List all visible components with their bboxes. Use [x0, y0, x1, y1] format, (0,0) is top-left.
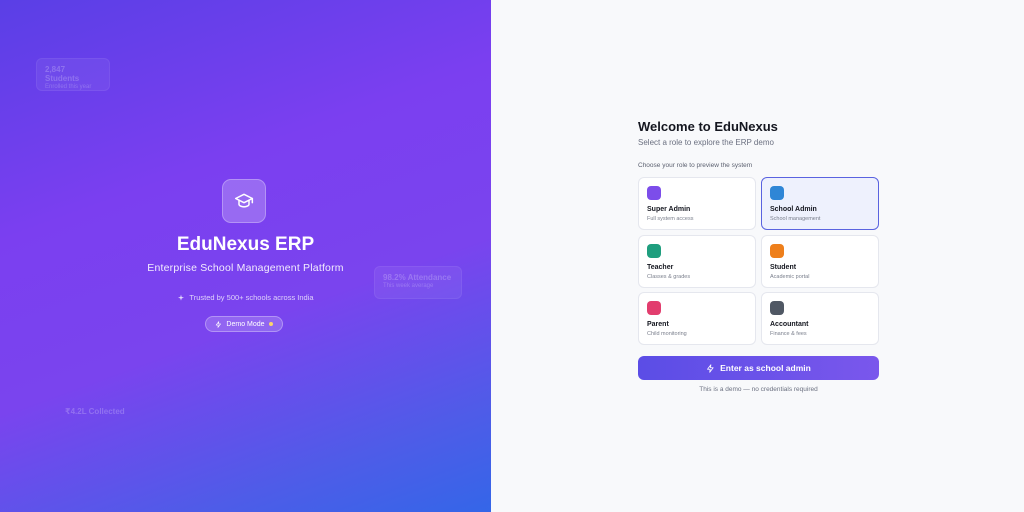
login-panel: Welcome to EduNexus Select a role to exp… — [491, 0, 1024, 512]
role-card-school-admin[interactable]: School Admin School management — [761, 177, 879, 230]
stat-value: 2,847 Students — [45, 65, 80, 83]
demo-mode-badge: Demo Mode — [205, 316, 283, 332]
role-color-swatch — [647, 186, 661, 200]
demo-note: This is a demo — no credentials required — [699, 386, 818, 393]
trust-line: Trusted by 500+ schools across India — [0, 293, 491, 302]
role-card-super-admin[interactable]: Super Admin Full system access — [638, 177, 756, 230]
role-card-student[interactable]: Student Academic portal — [761, 235, 879, 288]
role-color-swatch — [770, 244, 784, 258]
page-subtitle: Select a role to explore the ERP demo — [638, 138, 774, 147]
role-desc: Classes & grades — [647, 274, 691, 280]
stat-card-collection: ₹4.2L Collected — [56, 400, 146, 422]
stat-value: ₹4.2L Collected — [65, 407, 125, 416]
role-desc: Child monitoring — [647, 331, 687, 337]
enter-role-button[interactable]: Enter as school admin — [638, 356, 879, 380]
stat-card-students: 2,847 Students Enrolled this year — [36, 58, 110, 91]
role-desc: Academic portal — [770, 274, 810, 280]
role-color-swatch — [770, 186, 784, 200]
demo-mode-label: Demo Mode — [226, 320, 265, 328]
page-title: Welcome to EduNexus — [638, 119, 778, 134]
role-card-accountant[interactable]: Accountant Finance & fees — [761, 292, 879, 345]
role-desc: Finance & fees — [770, 331, 807, 337]
sparkle-icon — [178, 294, 185, 301]
trust-text: Trusted by 500+ schools across India — [189, 293, 314, 302]
status-dot — [268, 322, 273, 326]
graduation-cap-icon — [222, 179, 266, 223]
role-color-swatch — [770, 301, 784, 315]
role-name: Student — [770, 264, 797, 271]
role-card-teacher[interactable]: Teacher Classes & grades — [638, 235, 756, 288]
brand-panel: 2,847 Students Enrolled this year 98.2% … — [0, 0, 491, 512]
brand-subtitle: Enterprise School Management Platform — [147, 262, 344, 274]
role-desc: School management — [770, 216, 821, 222]
brand-title: EduNexus ERP — [176, 234, 315, 255]
enter-button-label: Enter as school admin — [720, 363, 811, 373]
stat-label: This week average — [383, 283, 434, 289]
role-color-swatch — [647, 301, 661, 315]
role-section-label: Choose your role to preview the system — [638, 162, 753, 169]
role-desc: Full system access — [647, 216, 694, 222]
role-name: Teacher — [647, 264, 674, 271]
role-name: Parent — [647, 321, 669, 328]
role-name: School Admin — [770, 206, 817, 213]
bolt-icon — [216, 320, 222, 328]
stat-value: 98.2% Attendance — [383, 273, 452, 282]
role-color-swatch — [647, 244, 661, 258]
role-name: Super Admin — [647, 206, 691, 213]
role-card-parent[interactable]: Parent Child monitoring — [638, 292, 756, 345]
stat-label: Enrolled this year — [45, 84, 92, 90]
bolt-icon — [707, 363, 714, 373]
role-name: Accountant — [770, 321, 809, 328]
